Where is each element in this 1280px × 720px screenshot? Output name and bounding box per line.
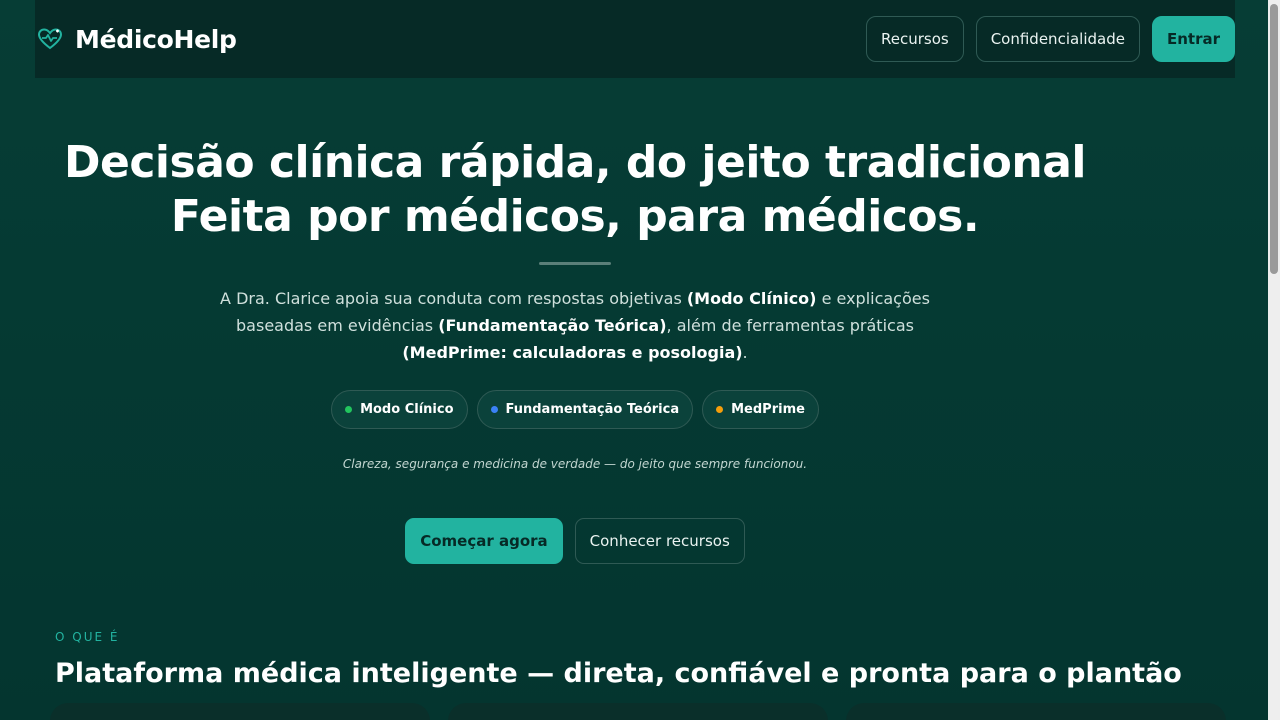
- desc-bold-clinical-mode: (Modo Clínico): [686, 289, 817, 308]
- chip-label: MedPrime: [731, 402, 805, 417]
- hero-title: Decisão clínica rápida, do jeito tradici…: [0, 136, 1150, 244]
- feature-card: [50, 703, 430, 720]
- section-eyebrow: O QUE É: [55, 630, 120, 644]
- feature-card: [448, 703, 828, 720]
- orange-dot-icon: [716, 406, 724, 413]
- desc-text-4: .: [742, 343, 748, 362]
- hero-title-line1: Decisão clínica rápida, do jeito tradici…: [63, 137, 1087, 188]
- main-nav: Recursos Confidencialidade Entrar: [865, 16, 1235, 62]
- brand[interactable]: MédicoHelp: [37, 25, 237, 54]
- chip-label: Modo Clínico: [360, 402, 454, 417]
- chip-clinical-mode: Modo Clínico: [331, 390, 468, 429]
- hero-actions: Começar agora Conhecer recursos: [0, 518, 1150, 564]
- brand-name: MédicoHelp: [75, 24, 237, 54]
- start-now-button[interactable]: Começar agora: [405, 518, 563, 564]
- login-button[interactable]: Entrar: [1151, 16, 1235, 62]
- page-scrollbar[interactable]: [1268, 0, 1280, 720]
- blue-dot-icon: [490, 406, 498, 413]
- nav-privacy-button[interactable]: Confidencialidade: [975, 16, 1140, 62]
- learn-resources-button[interactable]: Conhecer recursos: [574, 518, 745, 564]
- green-dot-icon: [345, 406, 353, 413]
- landing-page: MédicoHelp Recursos Confidencialidade En…: [0, 0, 1280, 720]
- heart-pulse-icon: [37, 26, 63, 52]
- scrollbar-thumb[interactable]: [1270, 4, 1278, 274]
- hero-divider: [539, 262, 611, 265]
- desc-text-3: , além de ferramentas práticas: [666, 316, 914, 335]
- top-header: MédicoHelp Recursos Confidencialidade En…: [35, 0, 1235, 78]
- desc-bold-theory: (Fundamentação Teórica): [438, 316, 667, 335]
- section-title: Plataforma médica inteligente — direta, …: [55, 658, 1182, 689]
- desc-text-1: A Dra. Clarice apoia sua conduta com res…: [220, 289, 687, 308]
- hero-description: A Dra. Clarice apoia sua conduta com res…: [190, 285, 960, 366]
- chip-theory: Fundamentação Teórica: [476, 390, 694, 429]
- feature-cards: [50, 703, 1226, 720]
- feature-card: [846, 703, 1226, 720]
- chip-label: Fundamentação Teórica: [505, 402, 680, 417]
- hero-title-line2: Feita por médicos, para médicos.: [170, 191, 980, 242]
- chip-medprime: MedPrime: [702, 390, 819, 429]
- nav-resources-button[interactable]: Recursos: [865, 16, 964, 62]
- desc-bold-medprime: (MedPrime: calculadoras e posologia): [402, 343, 743, 362]
- hero-tagline: Clareza, segurança e medicina de verdade…: [342, 457, 808, 471]
- feature-chips: Modo Clínico Fundamentação Teórica MedPr…: [0, 390, 1150, 429]
